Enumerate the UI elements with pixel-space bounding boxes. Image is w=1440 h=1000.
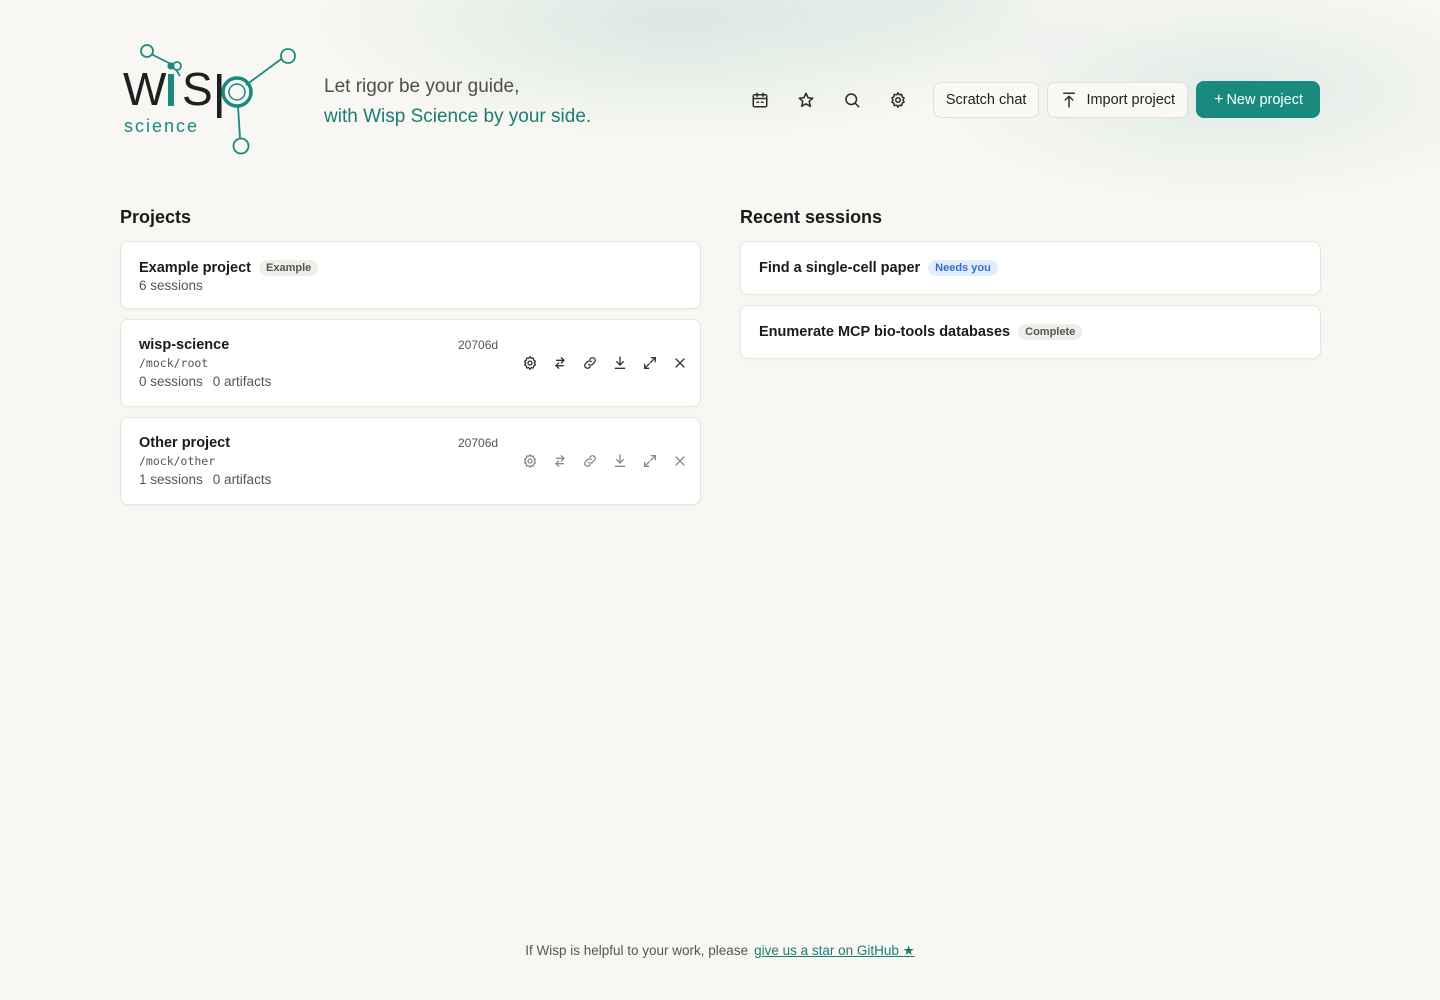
logo-wordmark: W: [123, 63, 167, 115]
import-project-button[interactable]: Import project: [1047, 81, 1189, 118]
project-sessions: 0 sessions: [139, 374, 203, 389]
project-link-button[interactable]: [575, 450, 605, 472]
link-icon: [584, 357, 596, 369]
project-card[interactable]: Other project /mock/other 1 sessions 0 ar…: [120, 417, 701, 505]
gear-icon: [891, 91, 905, 108]
project-stats: 0 sessions 0 artifacts: [139, 374, 682, 389]
expand-icon: [644, 455, 656, 467]
project-sessions: 6 sessions: [139, 278, 203, 293]
example-badge: Example: [259, 260, 319, 276]
project-age: 20706d: [458, 436, 499, 450]
project-artifacts: 0 artifacts: [212, 374, 272, 389]
gear-icon: [523, 454, 537, 468]
header: W S science Let rigor be your guide, wit…: [120, 40, 1320, 160]
swap-arrows-icon: [555, 455, 565, 467]
project-swap-button[interactable]: [545, 450, 575, 472]
calendar-icon: [752, 92, 768, 107]
expand-icon: [644, 357, 656, 369]
gear-icon: [523, 356, 537, 370]
logo-subtitle: science: [124, 116, 199, 136]
import-project-label: Import project: [1086, 91, 1176, 108]
session-card[interactable]: Enumerate MCP bio-tools databases Comple…: [740, 305, 1321, 359]
home-page: W S science Let rigor be your guide, wit…: [0, 0, 1440, 1000]
status-badge: Complete: [1018, 324, 1083, 340]
star-icon: [798, 92, 814, 107]
project-remove-button[interactable]: [665, 352, 695, 374]
project-sessions: 1 sessions: [139, 472, 203, 487]
footer-text: If Wisp is helpful to your work, please: [525, 943, 749, 958]
recent-sessions-title: Recent sessions: [740, 207, 883, 227]
link-icon: [584, 455, 596, 467]
tagline-line-2: with Wisp Science by your side.: [324, 106, 592, 127]
project-settings-button[interactable]: [515, 352, 545, 374]
session-name: Find a single-cell paper: [759, 260, 921, 276]
tagline-line-1: Let rigor be your guide,: [324, 76, 520, 97]
project-age: 20706d: [458, 338, 499, 352]
download-icon: [614, 356, 626, 369]
download-icon: [614, 454, 626, 467]
search-icon: [845, 92, 860, 107]
swap-arrows-icon: [555, 357, 565, 369]
project-download-button[interactable]: [605, 352, 635, 374]
status-badge: Needs you: [928, 260, 998, 276]
project-stats: 1 sessions 0 artifacts: [139, 472, 682, 487]
wisp-science-logo: W S science: [123, 44, 296, 155]
calendar-button[interactable]: [741, 82, 779, 118]
settings-button[interactable]: [879, 82, 917, 118]
close-icon: [675, 456, 685, 466]
footer: If Wisp is helpful to your work, please g…: [0, 943, 1440, 959]
session-name: Enumerate MCP bio-tools databases: [759, 324, 1011, 340]
project-expand-button[interactable]: [635, 352, 665, 374]
recent-sessions-section: Recent sessions Find a single-cell paper…: [740, 206, 1321, 369]
project-artifacts: 0 artifacts: [212, 472, 272, 487]
project-swap-button[interactable]: [545, 352, 575, 374]
project-download-button[interactable]: [605, 450, 635, 472]
new-project-label: New project: [1226, 91, 1303, 108]
toolbar: Scratch chat Import project + New projec…: [741, 81, 1320, 118]
projects-section: Projects Example project Example 6 sessio…: [120, 206, 701, 515]
tagline: Let rigor be your guide, with Wisp Scien…: [324, 72, 591, 132]
upload-icon: [1063, 92, 1076, 107]
favorites-button[interactable]: [787, 82, 825, 118]
github-star-link[interactable]: give us a star on GitHub ★: [754, 943, 915, 958]
search-button[interactable]: [833, 82, 871, 118]
projects-title: Projects: [120, 207, 192, 227]
project-actions: [515, 450, 695, 472]
project-settings-button[interactable]: [515, 450, 545, 472]
project-card[interactable]: wisp-science /mock/root 0 sessions 0 arti…: [120, 319, 701, 407]
project-remove-button[interactable]: [665, 450, 695, 472]
project-name: Example project: [139, 260, 252, 276]
session-card[interactable]: Find a single-cell paper Needs you: [740, 241, 1321, 295]
project-actions: [515, 352, 695, 374]
project-card-example[interactable]: Example project Example 6 sessions: [120, 241, 701, 309]
plus-icon: +: [1214, 90, 1224, 108]
new-project-button[interactable]: + New project: [1196, 81, 1320, 118]
scratch-chat-button[interactable]: Scratch chat: [932, 81, 1040, 118]
project-name: wisp-science: [139, 337, 230, 353]
close-icon: [675, 358, 685, 368]
scratch-chat-label: Scratch chat: [945, 91, 1027, 108]
svg-text:S: S: [182, 63, 213, 115]
project-expand-button[interactable]: [635, 450, 665, 472]
project-name: Other project: [139, 435, 231, 451]
project-link-button[interactable]: [575, 352, 605, 374]
